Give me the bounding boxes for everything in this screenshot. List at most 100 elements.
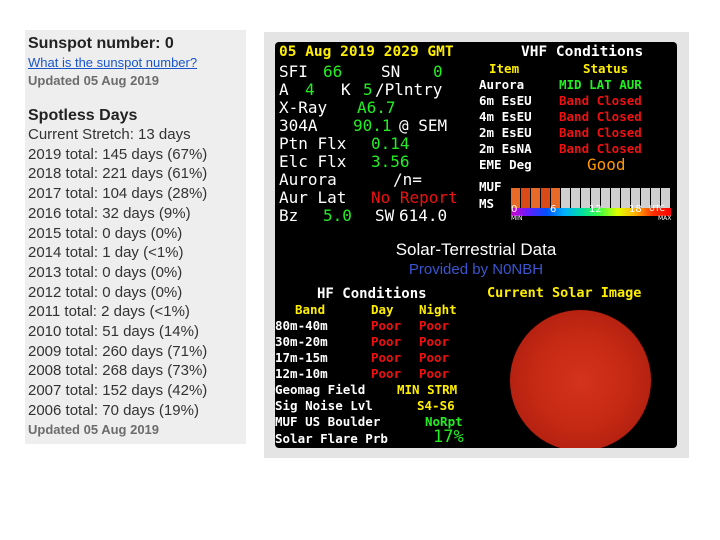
spotless-row: 2007 total: 152 days (42%) [28,382,208,400]
spotless-row: 2008 total: 268 days (73%) [28,362,208,380]
spotless-row: 2019 total: 145 days (67%) [28,145,208,163]
solar-terrestrial-title: Solar-Terrestrial Data [395,240,557,259]
k-planetary: /Plntry [375,80,443,99]
vhf-row-status: Band Closed [559,93,642,108]
hf-row-day: Poor [371,334,402,349]
a304-label: 304A [279,116,318,135]
spotless-row: 2015 total: 0 days (0%) [28,224,183,242]
muf-us-label: MUF US Boulder [275,414,381,429]
sunspot-info-link[interactable]: What is the sunspot number? [28,55,197,70]
muf-label: MUF [479,179,502,194]
spotless-row: 2013 total: 0 days (0%) [28,263,183,281]
solar-flare-label: Solar Flare Prb [275,431,388,446]
scale-max: MAX [658,215,672,222]
vhf-aurora-value: MID LAT AUR [559,77,642,92]
vhf-col-status: Status [583,61,629,76]
signal-noise-value: S4-S6 [417,398,455,413]
muf-bar-cell [541,188,550,208]
spotless-row: 2011 total: 2 days (<1%) [28,303,190,321]
hf-col-day: Day [371,302,394,317]
spotless-row: 2017 total: 104 days (28%) [28,185,208,203]
provider-credit: Provided by N0NBH [408,261,544,278]
muf-bar-cell [611,188,620,208]
solar-wind-value: 614.0 [399,206,448,225]
aurora-latitude-value: No Report [371,188,458,207]
vhf-title: VHF Conditions [521,44,644,60]
electron-flux-value: 3.56 [371,152,410,171]
sunspot-panel: Sunspot number: 0 What is the sunspot nu… [25,30,246,444]
muf-bar-cell [601,188,610,208]
hf-row-night: Poor [419,350,450,365]
aurora-label: Aurora [279,170,337,189]
vhf-row-item: 2m EsEU [479,125,532,140]
signal-noise-label: Sig Noise Lvl [275,398,373,413]
hf-row-day: Poor [371,366,402,381]
header-date: 05 Aug 2019 2029 GMT [279,44,454,60]
updated-bottom: Updated 05 Aug 2019 [28,422,160,437]
ms-label: MS [479,196,495,211]
xray-value: A6.7 [357,98,396,117]
geomag-label: Geomag Field [275,382,366,397]
electron-flux-label: Elc Flx [279,152,347,171]
a304-source: @ SEM [399,116,448,135]
muf-bar-cell [561,188,570,208]
muf-bar-cell [571,188,580,208]
vhf-row-status: Band Closed [559,125,642,140]
hf-col-night: Night [419,302,457,317]
eme-value: Good [587,155,626,174]
hf-row-day: Poor [371,318,402,333]
spotless-row: Current Stretch: 13 days [28,126,191,143]
spotless-row: 2012 total: 0 days (0%) [28,283,183,301]
bz-label: Bz [279,206,299,225]
vhf-row-item: 6m EsEU [479,93,532,108]
vhf-col-item: Item [489,61,520,76]
hf-col-band: Band [295,302,326,317]
aurora-latitude-label: Aur Lat [279,188,347,207]
vhf-row-item: 2m EsNA [479,141,532,156]
bz-value: 5.0 [323,206,352,225]
vhf-row-item: 4m EsEU [479,109,532,124]
geomag-value: MIN STRM [397,382,458,397]
scale-tick-6: 6 [550,204,557,215]
a-value: 4 [305,80,315,99]
solar-terrestrial-widget-frame: 05 Aug 2019 2029 GMT VHF Conditions SFI … [264,32,689,458]
sunspot-number-title: Sunspot number: 0 [28,35,174,52]
sn-label: SN [381,62,401,81]
spotless-row: 2014 total: 1 day (<1%) [28,244,184,262]
spotless-row: 2006 total: 70 days (19%) [28,401,199,419]
vhf-row-status: Band Closed [559,141,642,156]
a304-value: 90.1 [353,116,392,135]
sn-value: 0 [433,62,443,81]
proton-flux-label: Ptn Flx [279,134,347,153]
hf-row-night: Poor [419,334,450,349]
xray-label: X-Ray [279,98,328,117]
hf-row-band: 30m-20m [275,334,328,349]
hf-row-band: 17m-15m [275,350,328,365]
scale-tick-0: 0 [511,204,518,215]
vhf-row-status: Band Closed [559,109,642,124]
solar-terrestrial-dashboard: 05 Aug 2019 2029 GMT VHF Conditions SFI … [275,42,677,448]
a-label: A [279,80,289,99]
hf-row-night: Poor [419,318,450,333]
scale-tick-12: 12 [589,204,602,215]
spotless-days-title: Spotless Days [28,107,138,124]
hf-row-day: Poor [371,350,402,365]
spotless-row: 2010 total: 51 days (14%) [28,323,199,340]
sfi-value: 66 [323,62,343,81]
solar-wind-label: SW [375,206,395,225]
hf-row-band: 12m-10m [275,366,328,381]
aurora-value: /n= [393,170,422,189]
scale-tick-18: 18 [629,204,642,215]
hf-row-band: 80m-40m [275,318,328,333]
muf-bar-cell [521,188,530,208]
scale-min: MIN [511,215,523,222]
hf-title: HF Conditions [317,286,427,302]
solar-image-title: Current Solar Image [487,285,642,301]
scale-utc: UTC [649,204,665,213]
proton-flux-value: 0.14 [371,134,410,153]
updated-top: Updated 05 Aug 2019 [28,73,160,88]
solar-image [510,310,651,448]
muf-bar-cell [531,188,540,208]
vhf-aurora-label: Aurora [479,77,525,92]
sfi-label: SFI [279,62,308,81]
